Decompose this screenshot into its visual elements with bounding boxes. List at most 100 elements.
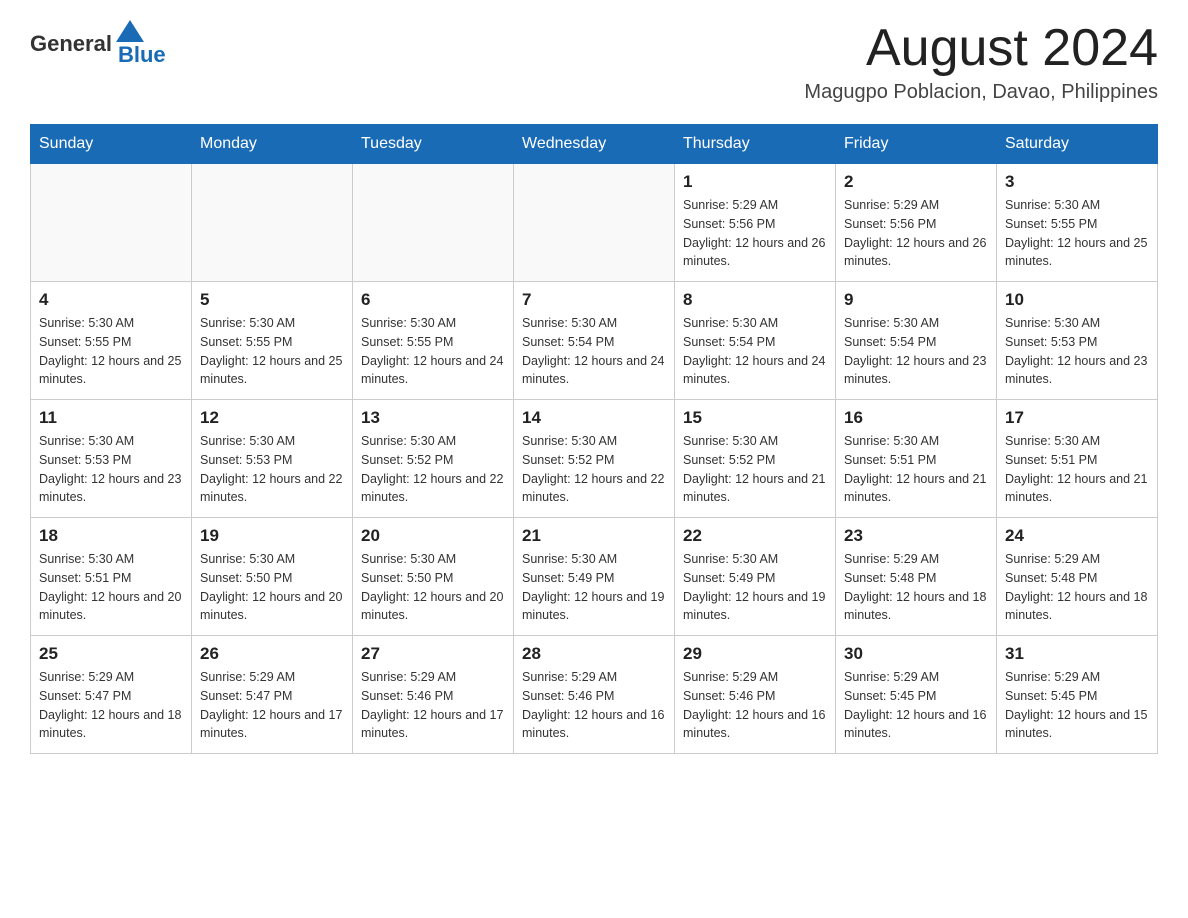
day-number: 25: [39, 644, 183, 664]
day-number: 2: [844, 172, 988, 192]
calendar-day-cell: 3 Sunrise: 5:30 AMSunset: 5:55 PMDaylight…: [997, 164, 1158, 282]
day-info: Sunrise: 5:30 AMSunset: 5:54 PMDaylight:…: [522, 314, 666, 389]
day-number: 14: [522, 408, 666, 428]
day-number: 13: [361, 408, 505, 428]
calendar-week-row: 4 Sunrise: 5:30 AMSunset: 5:55 PMDaylight…: [31, 282, 1158, 400]
day-info: Sunrise: 5:29 AMSunset: 5:46 PMDaylight:…: [522, 668, 666, 743]
calendar-table: SundayMondayTuesdayWednesdayThursdayFrid…: [30, 124, 1158, 754]
day-number: 19: [200, 526, 344, 546]
calendar-day-cell: 26 Sunrise: 5:29 AMSunset: 5:47 PMDayligh…: [192, 636, 353, 754]
day-number: 4: [39, 290, 183, 310]
logo-triangle2-icon: [130, 20, 144, 42]
header-right: August 2024 Magugpo Poblacion, Davao, Ph…: [804, 20, 1158, 104]
day-number: 5: [200, 290, 344, 310]
calendar-header-row: SundayMondayTuesdayWednesdayThursdayFrid…: [31, 125, 1158, 164]
calendar-day-cell: [31, 164, 192, 282]
calendar-day-cell: [514, 164, 675, 282]
calendar-week-row: 25 Sunrise: 5:29 AMSunset: 5:47 PMDayligh…: [31, 636, 1158, 754]
day-info: Sunrise: 5:29 AMSunset: 5:47 PMDaylight:…: [39, 668, 183, 743]
day-number: 28: [522, 644, 666, 664]
calendar-day-cell: 30 Sunrise: 5:29 AMSunset: 5:45 PMDayligh…: [836, 636, 997, 754]
calendar-day-cell: 6 Sunrise: 5:30 AMSunset: 5:55 PMDaylight…: [353, 282, 514, 400]
calendar-day-cell: 29 Sunrise: 5:29 AMSunset: 5:46 PMDayligh…: [675, 636, 836, 754]
col-header-tuesday: Tuesday: [353, 125, 514, 164]
calendar-week-row: 11Sunrise: 5:30 AMSunset: 5:53 PMDayligh…: [31, 400, 1158, 518]
calendar-day-cell: [353, 164, 514, 282]
day-number: 30: [844, 644, 988, 664]
day-number: 8: [683, 290, 827, 310]
col-header-monday: Monday: [192, 125, 353, 164]
day-number: 23: [844, 526, 988, 546]
calendar-day-cell: 8 Sunrise: 5:30 AMSunset: 5:54 PMDaylight…: [675, 282, 836, 400]
calendar-day-cell: 7 Sunrise: 5:30 AMSunset: 5:54 PMDaylight…: [514, 282, 675, 400]
day-info: Sunrise: 5:30 AMSunset: 5:53 PMDaylight:…: [39, 432, 183, 507]
calendar-day-cell: 2 Sunrise: 5:29 AMSunset: 5:56 PMDaylight…: [836, 164, 997, 282]
day-info: Sunrise: 5:29 AMSunset: 5:45 PMDaylight:…: [1005, 668, 1149, 743]
col-header-wednesday: Wednesday: [514, 125, 675, 164]
day-number: 10: [1005, 290, 1149, 310]
day-info: Sunrise: 5:30 AMSunset: 5:54 PMDaylight:…: [844, 314, 988, 389]
day-info: Sunrise: 5:30 AMSunset: 5:53 PMDaylight:…: [200, 432, 344, 507]
calendar-week-row: 18 Sunrise: 5:30 AMSunset: 5:51 PMDayligh…: [31, 518, 1158, 636]
page-header: General Blue August 2024 Magugpo Poblaci…: [30, 20, 1158, 104]
logo-text-general: General: [30, 31, 112, 57]
day-number: 9: [844, 290, 988, 310]
day-info: Sunrise: 5:29 AMSunset: 5:48 PMDaylight:…: [1005, 550, 1149, 625]
logo-text-blue: Blue: [118, 42, 166, 68]
day-number: 6: [361, 290, 505, 310]
calendar-day-cell: 17Sunrise: 5:30 AMSunset: 5:51 PMDayligh…: [997, 400, 1158, 518]
day-number: 26: [200, 644, 344, 664]
day-info: Sunrise: 5:30 AMSunset: 5:49 PMDaylight:…: [683, 550, 827, 625]
calendar-day-cell: [192, 164, 353, 282]
day-info: Sunrise: 5:29 AMSunset: 5:46 PMDaylight:…: [683, 668, 827, 743]
day-info: Sunrise: 5:30 AMSunset: 5:50 PMDaylight:…: [200, 550, 344, 625]
day-number: 20: [361, 526, 505, 546]
day-number: 18: [39, 526, 183, 546]
day-info: Sunrise: 5:30 AMSunset: 5:51 PMDaylight:…: [1005, 432, 1149, 507]
day-info: Sunrise: 5:30 AMSunset: 5:55 PMDaylight:…: [1005, 196, 1149, 271]
day-info: Sunrise: 5:30 AMSunset: 5:49 PMDaylight:…: [522, 550, 666, 625]
day-info: Sunrise: 5:30 AMSunset: 5:51 PMDaylight:…: [844, 432, 988, 507]
day-number: 16: [844, 408, 988, 428]
day-info: Sunrise: 5:29 AMSunset: 5:56 PMDaylight:…: [844, 196, 988, 271]
calendar-day-cell: 28 Sunrise: 5:29 AMSunset: 5:46 PMDayligh…: [514, 636, 675, 754]
col-header-sunday: Sunday: [31, 125, 192, 164]
calendar-day-cell: 21 Sunrise: 5:30 AMSunset: 5:49 PMDayligh…: [514, 518, 675, 636]
calendar-day-cell: 31Sunrise: 5:29 AMSunset: 5:45 PMDayligh…: [997, 636, 1158, 754]
logo-triangle-icon: [116, 20, 130, 42]
calendar-day-cell: 4 Sunrise: 5:30 AMSunset: 5:55 PMDaylight…: [31, 282, 192, 400]
day-info: Sunrise: 5:30 AMSunset: 5:54 PMDaylight:…: [683, 314, 827, 389]
calendar-day-cell: 27Sunrise: 5:29 AMSunset: 5:46 PMDayligh…: [353, 636, 514, 754]
month-title: August 2024: [804, 20, 1158, 77]
day-info: Sunrise: 5:30 AMSunset: 5:55 PMDaylight:…: [361, 314, 505, 389]
day-number: 3: [1005, 172, 1149, 192]
day-number: 29: [683, 644, 827, 664]
calendar-day-cell: 14 Sunrise: 5:30 AMSunset: 5:52 PMDayligh…: [514, 400, 675, 518]
day-info: Sunrise: 5:29 AMSunset: 5:56 PMDaylight:…: [683, 196, 827, 271]
day-info: Sunrise: 5:30 AMSunset: 5:52 PMDaylight:…: [522, 432, 666, 507]
day-info: Sunrise: 5:29 AMSunset: 5:47 PMDaylight:…: [200, 668, 344, 743]
day-info: Sunrise: 5:29 AMSunset: 5:45 PMDaylight:…: [844, 668, 988, 743]
calendar-day-cell: 24 Sunrise: 5:29 AMSunset: 5:48 PMDayligh…: [997, 518, 1158, 636]
location-subtitle: Magugpo Poblacion, Davao, Philippines: [804, 81, 1158, 104]
day-info: Sunrise: 5:30 AMSunset: 5:51 PMDaylight:…: [39, 550, 183, 625]
calendar-day-cell: 13Sunrise: 5:30 AMSunset: 5:52 PMDayligh…: [353, 400, 514, 518]
calendar-day-cell: 11Sunrise: 5:30 AMSunset: 5:53 PMDayligh…: [31, 400, 192, 518]
day-number: 21: [522, 526, 666, 546]
calendar-day-cell: 19 Sunrise: 5:30 AMSunset: 5:50 PMDayligh…: [192, 518, 353, 636]
calendar-day-cell: 10Sunrise: 5:30 AMSunset: 5:53 PMDayligh…: [997, 282, 1158, 400]
day-info: Sunrise: 5:30 AMSunset: 5:55 PMDaylight:…: [200, 314, 344, 389]
day-number: 7: [522, 290, 666, 310]
calendar-day-cell: 12Sunrise: 5:30 AMSunset: 5:53 PMDayligh…: [192, 400, 353, 518]
day-number: 24: [1005, 526, 1149, 546]
calendar-day-cell: 20Sunrise: 5:30 AMSunset: 5:50 PMDayligh…: [353, 518, 514, 636]
day-number: 1: [683, 172, 827, 192]
col-header-friday: Friday: [836, 125, 997, 164]
day-info: Sunrise: 5:30 AMSunset: 5:52 PMDaylight:…: [683, 432, 827, 507]
calendar-day-cell: 22Sunrise: 5:30 AMSunset: 5:49 PMDayligh…: [675, 518, 836, 636]
calendar-day-cell: 5 Sunrise: 5:30 AMSunset: 5:55 PMDaylight…: [192, 282, 353, 400]
day-info: Sunrise: 5:30 AMSunset: 5:55 PMDaylight:…: [39, 314, 183, 389]
col-header-thursday: Thursday: [675, 125, 836, 164]
day-info: Sunrise: 5:29 AMSunset: 5:46 PMDaylight:…: [361, 668, 505, 743]
calendar-day-cell: 23Sunrise: 5:29 AMSunset: 5:48 PMDayligh…: [836, 518, 997, 636]
